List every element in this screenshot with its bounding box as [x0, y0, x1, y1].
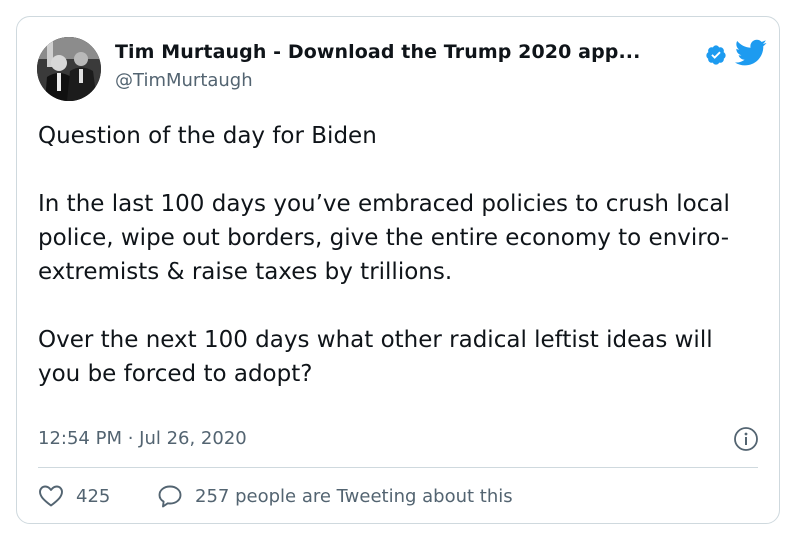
verified-badge-icon: [706, 45, 726, 65]
avatar[interactable]: [37, 37, 101, 101]
speech-bubble-icon: [158, 485, 182, 508]
avatar-photo: [37, 37, 101, 101]
heart-icon: [39, 485, 63, 507]
reply-button[interactable]: 257 people are Tweeting about this: [157, 482, 513, 510]
like-button[interactable]: 425: [38, 482, 110, 510]
like-count: 425: [76, 485, 111, 507]
info-icon[interactable]: [733, 426, 759, 452]
twitter-bird-icon[interactable]: [735, 39, 767, 67]
tweet-timestamp[interactable]: 12:54 PM · Jul 26, 2020: [38, 428, 247, 449]
user-handle[interactable]: @TimMurtaugh: [115, 70, 253, 91]
tweet-text: Question of the day for Biden In the las…: [38, 123, 730, 387]
tweet-card: Tim Murtaugh - Download the Trump 2020 a…: [16, 16, 780, 524]
divider: [38, 467, 758, 468]
reply-count-text: 257 people are Tweeting about this: [195, 485, 513, 507]
display-name[interactable]: Tim Murtaugh - Download the Trump 2020 a…: [115, 41, 640, 63]
